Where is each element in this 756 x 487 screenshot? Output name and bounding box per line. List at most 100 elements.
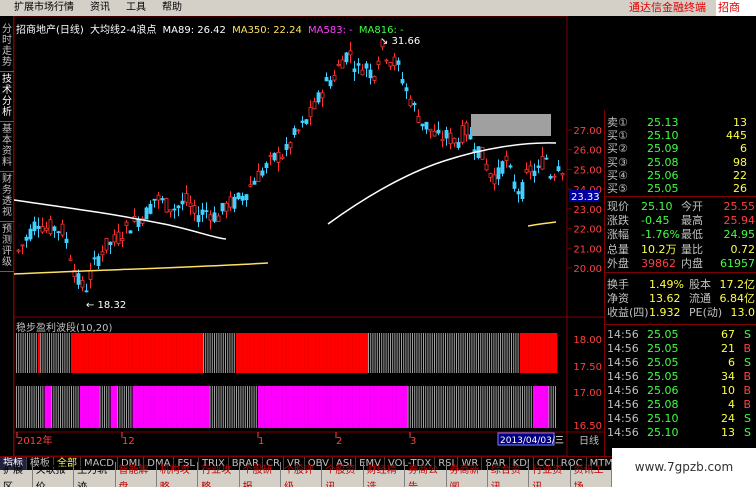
indicator-bar-gray [231, 333, 233, 373]
indicator-bar-gray [467, 386, 468, 428]
tick-volume: 13 [721, 426, 735, 439]
indicator-bar-gray [484, 333, 486, 373]
indicator-bar-red [95, 333, 98, 373]
tick-side: B [743, 398, 751, 411]
indicator-bar-magenta [172, 386, 175, 428]
tick-side: S [744, 412, 751, 425]
indicator-bar-gray [502, 333, 504, 373]
candle-body [492, 174, 497, 185]
indicator-bar-gray [75, 386, 77, 428]
indicator-bar-gray [27, 386, 28, 428]
info-tab[interactable]: 智能解盘 [116, 461, 157, 487]
price-tick-label: 26.00 [573, 146, 602, 157]
indicator-bar-gray [222, 333, 224, 373]
tab-intraday[interactable]: 分时走势 [0, 24, 14, 72]
candle-body [448, 132, 453, 145]
info-tab[interactable]: 扩展区 [0, 461, 33, 487]
candle-body [104, 237, 109, 251]
indicator-bar-gray [491, 386, 493, 428]
quote-row: 总量 10.2万 量比 0.72 [605, 243, 756, 256]
indicator-bar-red [255, 333, 259, 373]
candle-body [240, 195, 245, 201]
orderbook-volume: 98 [733, 155, 747, 169]
info-tab[interactable]: 个股研报 [240, 461, 282, 487]
indicator-bar-red [185, 333, 188, 373]
indicator-bar-magenta [546, 386, 549, 428]
indicator-bar-red [189, 333, 193, 373]
info-tab[interactable]: 资讯工场 [571, 461, 613, 487]
candle-body [488, 173, 493, 178]
candle-body [556, 166, 561, 172]
info-tab[interactable]: 主力轨迹 [74, 461, 116, 487]
price-tick-label: 25.00 [573, 165, 602, 176]
tab-financials[interactable]: 财务透视 [0, 174, 14, 222]
indicator-bar-magenta [88, 386, 91, 428]
quote-key: 最低 [681, 228, 703, 242]
candle-body [360, 69, 365, 76]
info-tab[interactable]: 个股评级 [281, 461, 323, 487]
info-tab[interactable]: 行业攻略 [198, 461, 240, 487]
tab-technical[interactable]: 技术分析 [0, 74, 14, 122]
indicator-bar-gray [104, 386, 105, 428]
info-tab[interactable]: 机构攻略 [157, 461, 199, 487]
indicator-bar-magenta [313, 386, 316, 428]
indicator-bar-red [156, 333, 160, 373]
tab-fundamentals[interactable]: 基本资料 [0, 124, 14, 172]
indicator-bar-gray [44, 333, 46, 373]
indicator-bar-magenta [266, 386, 270, 428]
indicator-bar-magenta [324, 386, 327, 428]
menu-extended-market[interactable]: 扩展市场行情 [0, 0, 82, 16]
indicator-bar-magenta [317, 386, 320, 428]
indicator-bar-gray [462, 386, 464, 428]
info-tab[interactable]: 券商新闻 [447, 461, 488, 487]
terminal-ad-text[interactable]: 通达信金融终端 [629, 0, 706, 16]
candle-body [128, 230, 133, 234]
indicator-bar-red [115, 333, 118, 373]
indicator-bar-gray [46, 333, 48, 373]
info-tab[interactable]: 关联报价 [33, 461, 75, 487]
orderbook-volume: 6 [740, 142, 747, 156]
info-tab[interactable]: 个股资讯 [322, 461, 364, 487]
indicator-bar-gray [40, 386, 42, 428]
info-tab[interactable]: 行业资讯 [529, 461, 571, 487]
fundamental-key: 流通 [689, 292, 711, 306]
indicator-bar-red [134, 333, 138, 373]
indicator-bar-gray [255, 386, 257, 428]
tab-ratings[interactable]: 预测评级 [0, 224, 14, 272]
broker-ad-text[interactable]: 招商 [716, 0, 756, 16]
indicator-bar-gray [16, 386, 17, 428]
indicator-bar-gray [231, 386, 233, 428]
indicator-bar-gray [398, 333, 400, 373]
orderbook-row: 买② 25.09 6 [605, 142, 756, 155]
indicator-bar-red [528, 333, 531, 373]
info-tab[interactable]: 综合资讯 [488, 461, 530, 487]
quote-panel: 卖① 25.13 13 买① 25.10 445 买② 25.09 6 买③ 25.08 98 买④ 25… [604, 110, 756, 456]
indicator-bar-gray [64, 386, 66, 428]
info-tab[interactable]: 券商公告 [405, 461, 447, 487]
indicator-bar-magenta [308, 386, 311, 428]
info-tab[interactable]: 财经精选 [364, 461, 406, 487]
indicator-bar-gray [500, 333, 501, 373]
indicator-title[interactable]: 稳步盈利波段(10,20) [16, 319, 112, 334]
indicator-bar-magenta [339, 386, 342, 428]
indicator-bar-red [293, 333, 296, 373]
menu-tools[interactable]: 工具 [118, 0, 154, 16]
menu-news[interactable]: 资讯 [82, 0, 118, 16]
ma-group-name[interactable]: 大均线2-4浪点 [90, 25, 156, 36]
candle-body [396, 60, 401, 65]
indicator-bar-gray [513, 386, 515, 428]
indicator-bar-red [337, 333, 340, 373]
indicator-bar-red [238, 333, 241, 373]
indicator-bar-gray [473, 333, 475, 373]
kline-chart[interactable]: ↘ 31.66← 18.32 27.0026.0025.0024.0023.00… [14, 16, 604, 456]
chart-area[interactable]: ↘ 31.66← 18.32 27.0026.0025.0024.0023.00… [14, 16, 604, 456]
indicator-bar-gray [423, 333, 424, 373]
tick-side: S [744, 356, 751, 369]
indicator-bar-red [112, 333, 116, 373]
tick-time: 14:56 [607, 426, 639, 439]
indicator-bar-gray [394, 333, 396, 373]
indicator-bar-red [302, 333, 305, 373]
indicator-bar-gray [491, 333, 493, 373]
indicator-bar-red [352, 333, 355, 373]
menu-help[interactable]: 帮助 [154, 0, 190, 16]
